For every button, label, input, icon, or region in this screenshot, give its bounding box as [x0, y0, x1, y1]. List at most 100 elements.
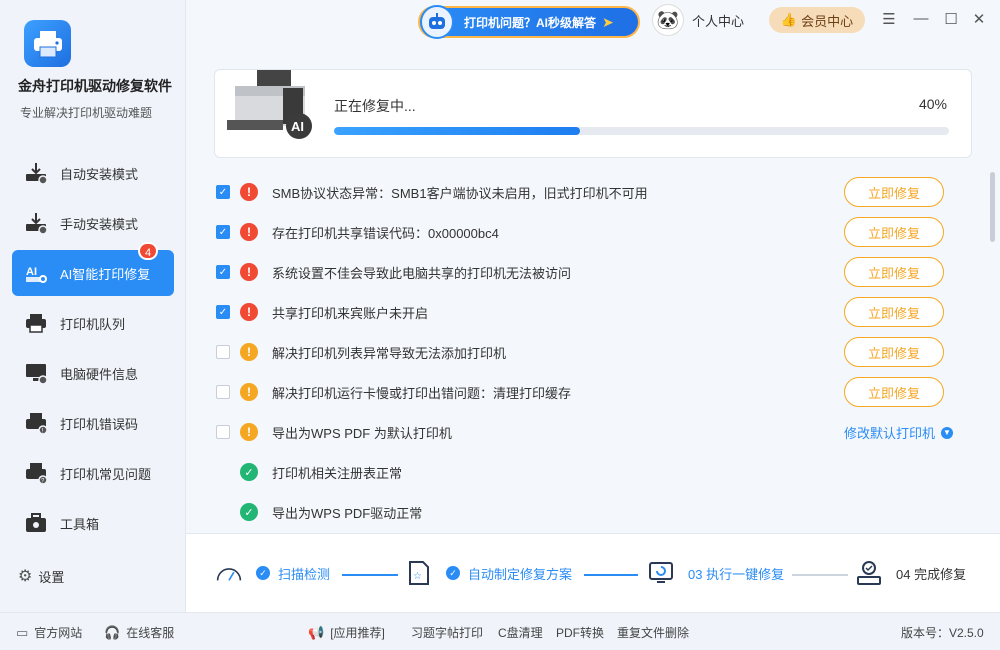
sidebar-item-toolbox[interactable]: 工具箱: [12, 500, 174, 546]
issue-text: 导出为WPS PDF 为默认打印机: [272, 425, 452, 441]
send-icon: ➤: [602, 13, 614, 30]
step-connector: [584, 574, 638, 576]
ai-repair-icon: AI: [22, 259, 50, 287]
step-label: 扫描检测: [278, 566, 331, 582]
close-icon[interactable]: ✕: [970, 10, 988, 28]
step-scan: ✓ 扫描检测: [216, 560, 330, 586]
completion-icon: [856, 560, 882, 586]
issue-row: ! 导出为WPS PDF 为默认打印机 修改默认打印机 ▼: [214, 412, 972, 452]
issue-row: ✓! 共享打印机来宾账户未开启 立即修复: [214, 292, 972, 332]
fix-now-button[interactable]: 立即修复: [844, 217, 944, 247]
error-code-icon: !: [22, 409, 50, 437]
document-star-icon: ☆: [406, 560, 432, 586]
chevron-down-icon: ▼: [941, 426, 954, 439]
issue-text: SMB协议状态异常：SMB1客户端协议未启用，旧式打印机不可用: [272, 185, 648, 201]
step-execute: 03 执行一键修复: [648, 560, 784, 586]
thumbs-up-icon: 👍: [780, 12, 798, 27]
robot-icon: [420, 5, 454, 39]
issue-text: 解决打印机列表异常导致无法添加打印机: [272, 345, 507, 361]
fix-now-button[interactable]: 立即修复: [844, 257, 944, 287]
official-site-link[interactable]: ▭ 官方网站: [16, 624, 82, 641]
gauge-icon: [216, 560, 242, 586]
user-center-button[interactable]: 🐼 个人中心: [652, 4, 744, 36]
printer-queue-icon: [22, 309, 50, 337]
repair-steps: ✓ 扫描检测 ☆ ✓ 自动制定修复方案 03 执行一键修复 04 完成修复: [186, 533, 1000, 612]
sidebar-nav: 自动安装模式 手动安装模式 AI AI智能打印修复 4 打印机队列 电脑硬件信息…: [12, 150, 174, 550]
sidebar-item-ai-repair[interactable]: AI AI智能打印修复 4: [12, 242, 174, 296]
issue-text: 存在打印机共享错误代码：0x00000bc4: [272, 225, 499, 241]
online-service-label: 在线客服: [126, 626, 175, 640]
alert-icon: !: [240, 223, 258, 241]
sidebar-item-error-code[interactable]: ! 打印机错误码: [12, 400, 174, 446]
alert-icon: !: [240, 263, 258, 281]
svg-text:AI: AI: [291, 119, 304, 134]
recommend-link[interactable]: 习题字帖打印: [411, 624, 483, 641]
alert-icon: !: [240, 183, 258, 201]
progress-percent: 40%: [918, 96, 947, 112]
svg-text:☆: ☆: [413, 571, 422, 582]
alert-icon: !: [240, 343, 258, 361]
svg-text:AI: AI: [26, 266, 37, 278]
issue-row: ! 解决打印机列表异常导致无法添加打印机 立即修复: [214, 332, 972, 372]
sidebar-item-printer-queue[interactable]: 打印机队列: [12, 300, 174, 346]
menu-icon[interactable]: ☰: [880, 10, 898, 28]
monitor-refresh-icon: [648, 560, 674, 586]
check-icon: ✓: [446, 566, 460, 580]
recommend-link[interactable]: 重复文件删除: [617, 624, 689, 641]
sidebar-item-hardware-info[interactable]: 电脑硬件信息: [12, 350, 174, 396]
check-circle-icon: ✓: [240, 463, 258, 481]
faq-icon: ?: [22, 459, 50, 487]
toolbox-icon: [22, 509, 50, 537]
fix-now-button[interactable]: 立即修复: [844, 177, 944, 207]
issue-text: 系统设置不佳会导致此电脑共享的打印机无法被访问: [272, 265, 572, 281]
step-connector: [792, 574, 848, 576]
avatar: 🐼: [652, 4, 684, 36]
recommend-link[interactable]: PDF转换: [556, 624, 604, 641]
vip-center-label: 会员中心: [801, 13, 854, 29]
issue-checkbox[interactable]: ✓: [216, 185, 230, 199]
hardware-info-icon: [22, 359, 50, 387]
headset-icon: 🎧: [104, 624, 121, 640]
check-circle-icon: ✓: [240, 503, 258, 521]
vip-center-button[interactable]: 👍 会员中心: [769, 7, 865, 33]
fix-now-button[interactable]: 立即修复: [844, 337, 944, 367]
sidebar-item-manual-install[interactable]: 手动安装模式: [12, 200, 174, 246]
alert-icon: !: [240, 303, 258, 321]
ai-question-label: 打印机问题？AI秒级解答: [464, 15, 597, 30]
gear-icon: ⚙: [18, 568, 33, 585]
issue-row: ✓ 打印机相关注册表正常: [214, 452, 972, 492]
maximize-icon[interactable]: ☐: [942, 10, 960, 28]
issue-checkbox[interactable]: [216, 345, 230, 359]
footer: ▭ 官方网站 🎧 在线客服 📢 [应用推荐] 习题字帖打印 C盘清理 PDF转换…: [0, 612, 1000, 650]
user-center-label: 个人中心: [692, 13, 745, 29]
sidebar-item-label: 打印机队列: [60, 316, 126, 332]
issue-checkbox[interactable]: [216, 385, 230, 399]
app-subtitle: 专业解决打印机驱动难题: [20, 106, 153, 120]
repair-progress-card: AI 正在修复中... 40%: [214, 69, 972, 158]
sidebar-item-label: 手动安装模式: [60, 216, 139, 232]
recommend-link[interactable]: C盘清理: [498, 624, 543, 641]
fix-now-button[interactable]: 立即修复: [844, 297, 944, 327]
progress-label: 正在修复中...: [334, 98, 416, 114]
issue-checkbox[interactable]: ✓: [216, 305, 230, 319]
minimize-icon[interactable]: —: [912, 10, 930, 27]
official-site-label: 官方网站: [34, 626, 83, 640]
notification-badge: 4: [138, 242, 158, 260]
app-recommend: 📢 [应用推荐]: [308, 624, 385, 641]
fix-now-button[interactable]: 立即修复: [844, 377, 944, 407]
change-default-printer-link[interactable]: 修改默认打印机 ▼: [844, 423, 954, 442]
sidebar-item-auto-install[interactable]: 自动安装模式: [12, 150, 174, 196]
issue-checkbox[interactable]: ✓: [216, 225, 230, 239]
progress-bar: [334, 127, 949, 135]
step-plan: ☆ ✓ 自动制定修复方案: [406, 560, 572, 586]
issue-checkbox[interactable]: [216, 425, 230, 439]
sidebar-item-faq[interactable]: ? 打印机常见问题: [12, 450, 174, 496]
online-service-link[interactable]: 🎧 在线客服: [104, 624, 174, 641]
issue-row: ! 解决打印机运行卡慢或打印出错问题：清理打印缓存 立即修复: [214, 372, 972, 412]
app-recommend-label: [应用推荐]: [330, 626, 385, 640]
ai-question-button[interactable]: 打印机问题？AI秒级解答 ➤: [418, 5, 640, 39]
issue-checkbox[interactable]: ✓: [216, 265, 230, 279]
scrollbar[interactable]: [990, 172, 995, 242]
settings-button[interactable]: ⚙ 设置: [18, 566, 64, 586]
check-icon: ✓: [256, 566, 270, 580]
